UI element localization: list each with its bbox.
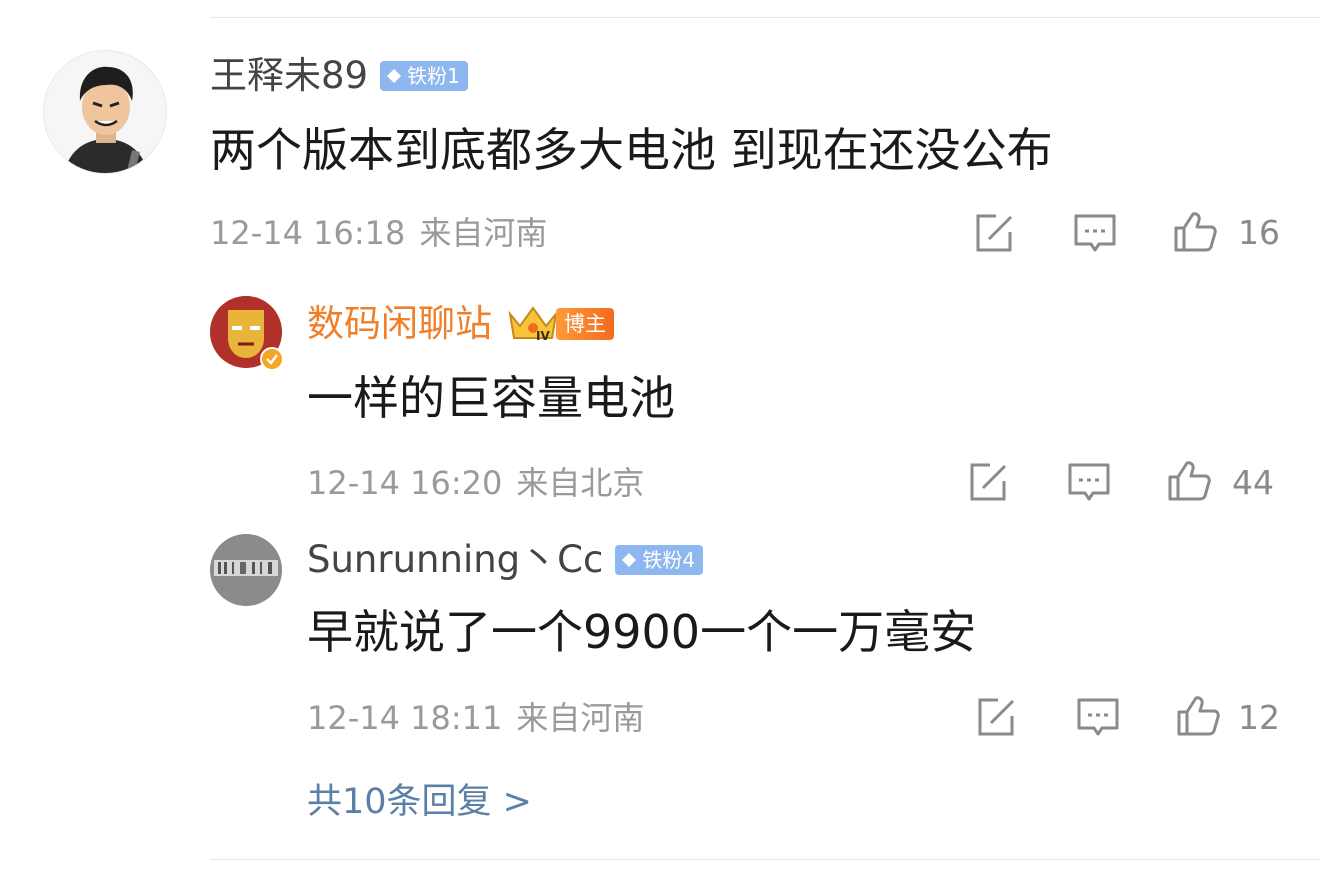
diamond-icon	[622, 553, 637, 567]
verified-check-icon	[260, 347, 284, 371]
comment-text: 一样的巨容量电池	[307, 371, 675, 425]
avatar[interactable]	[43, 50, 167, 174]
username-text: 数码闲聊站	[307, 302, 492, 345]
username[interactable]: Sunrunning丶Cc 铁粉4	[307, 538, 704, 582]
comment-bubble-icon[interactable]	[1067, 461, 1111, 505]
comment-meta: 12-14 18:11 来自河南	[307, 698, 644, 738]
blogger-badge[interactable]: 博主	[556, 308, 614, 340]
comment-bubble-icon[interactable]	[1073, 212, 1117, 256]
diamond-icon	[387, 69, 402, 83]
timestamp: 12-14 16:20	[307, 464, 503, 502]
timestamp: 12-14 16:18	[210, 214, 406, 252]
share-edit-icon[interactable]	[966, 461, 1010, 505]
comment-text: 两个版本到底都多大电池 到现在还没公布	[210, 123, 1053, 177]
thumbs-up-icon[interactable]	[1167, 459, 1211, 503]
username[interactable]: 王释未89 铁粉1	[210, 54, 468, 98]
top-divider	[210, 17, 1320, 18]
like-count: 44	[1232, 463, 1274, 502]
username-text: Sunrunning丶Cc	[307, 538, 604, 581]
fan-badge[interactable]: 铁粉1	[380, 61, 468, 91]
thumbs-up-icon[interactable]	[1176, 694, 1220, 738]
share-edit-icon[interactable]	[974, 696, 1018, 740]
comment-bubble-icon[interactable]	[1076, 696, 1120, 740]
username[interactable]: 数码闲聊站 IV 博主	[307, 302, 614, 346]
share-edit-icon[interactable]	[972, 212, 1016, 256]
more-replies-link[interactable]: 共10条回复 >	[307, 780, 532, 824]
thumbs-up-icon[interactable]	[1173, 210, 1217, 254]
avatar-photo-icon	[210, 534, 282, 606]
fan-badge-label: 铁粉1	[407, 64, 460, 88]
like-count: 12	[1238, 698, 1280, 737]
like-count: 16	[1238, 213, 1280, 252]
comment-text: 早就说了一个9900一个一万毫安	[307, 605, 977, 659]
username-text: 王释未89	[210, 54, 369, 97]
comment-meta: 12-14 16:20 来自北京	[307, 463, 644, 503]
comment-meta: 12-14 16:18 来自河南	[210, 213, 547, 253]
timestamp: 12-14 18:11	[307, 699, 503, 737]
location: 来自河南	[516, 699, 645, 737]
avatar-cartoon-man-icon	[44, 51, 166, 173]
fan-badge[interactable]: 铁粉4	[615, 545, 704, 575]
crown-level-text: IV	[536, 329, 550, 343]
avatar[interactable]	[210, 534, 282, 606]
location: 来自河南	[419, 214, 548, 252]
fan-badge-label: 铁粉4	[642, 548, 696, 572]
crown-icon: IV	[508, 306, 558, 343]
bottom-divider	[210, 859, 1320, 860]
location: 来自北京	[516, 464, 645, 502]
